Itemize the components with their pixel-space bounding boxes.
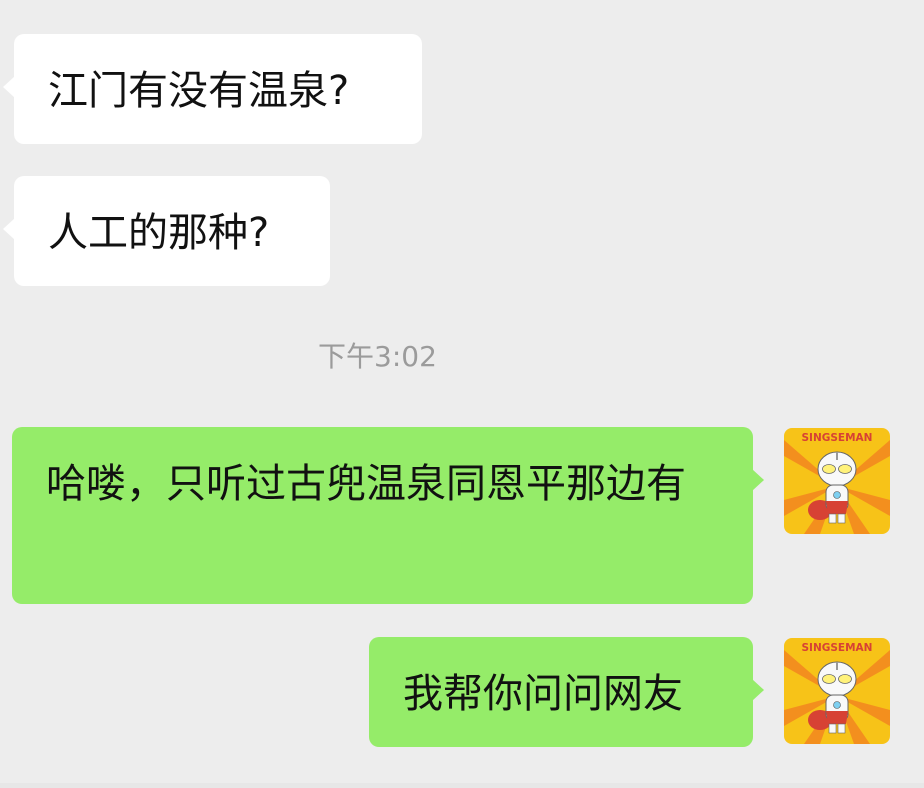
avatar[interactable]: SINGSEMAN — [784, 428, 890, 534]
superhero-avatar-icon: SINGSEMAN — [784, 638, 890, 744]
message-timestamp: 下午3:02 — [318, 340, 437, 373]
message-text: 江门有没有温泉? — [48, 68, 350, 114]
superhero-avatar-icon: SINGSEMAN — [784, 428, 890, 534]
input-bar-divider — [0, 783, 924, 788]
bubble-tail — [752, 679, 764, 701]
incoming-message-bubble[interactable]: 江门有没有温泉? — [3, 34, 422, 144]
bubble-tail — [752, 469, 764, 491]
outgoing-message-bubble[interactable]: 我帮你问问网友 — [369, 637, 764, 747]
message-text: 哈喽，只听过古兜温泉同恩平那边有 — [46, 461, 686, 507]
avatar[interactable]: SINGSEMAN — [784, 638, 890, 744]
outgoing-message-bubble[interactable]: 哈喽，只听过古兜温泉同恩平那边有 — [12, 427, 764, 604]
svg-text:SINGSEMAN: SINGSEMAN — [802, 432, 873, 444]
incoming-message-bubble[interactable]: 人工的那种? — [3, 176, 330, 286]
message-text: 人工的那种? — [48, 210, 270, 256]
bubble-tail — [3, 218, 15, 240]
bubble-tail — [3, 76, 15, 98]
svg-text:SINGSEMAN: SINGSEMAN — [802, 642, 873, 654]
message-text: 我帮你问问网友 — [403, 671, 683, 717]
